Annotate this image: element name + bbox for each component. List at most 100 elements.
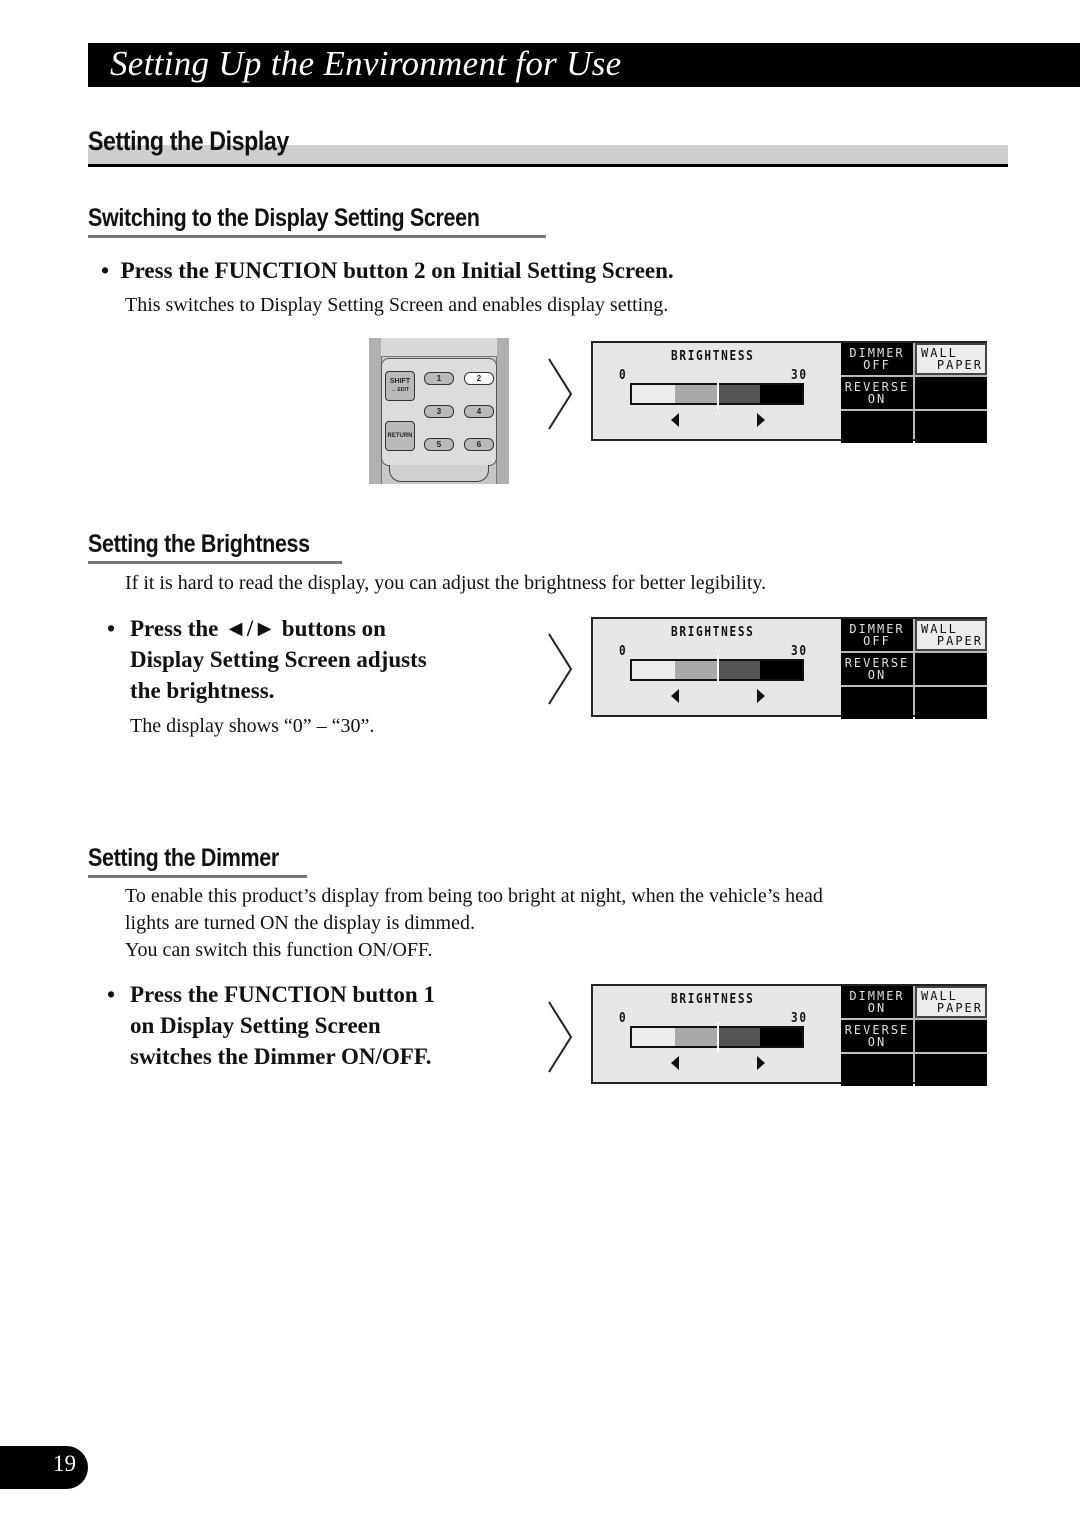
reverse-state: ON <box>867 668 887 682</box>
dimmer-state: OFF <box>863 358 891 372</box>
reverse-toggle-button[interactable]: REVERSE ON <box>841 1020 913 1052</box>
dimmer-intro: To enable this product’s display from be… <box>125 883 823 964</box>
gauge-segment <box>759 1028 802 1046</box>
chapter-banner: Setting Up the Environment for Use <box>88 43 1080 87</box>
edit-label: ↔ EDIT <box>391 387 409 393</box>
dimmer-toggle-button[interactable]: DIMMER OFF <box>841 619 913 651</box>
empty-function-button[interactable] <box>841 411 913 443</box>
subsection-heading-switching: Switching to the Display Setting Screen <box>88 204 546 238</box>
instruction-bullet: • Press the FUNCTION button 2 on Initial… <box>101 255 674 286</box>
chapter-title: Setting Up the Environment for Use <box>110 44 622 83</box>
brightness-down-icon[interactable] <box>671 1056 679 1070</box>
display-setting-screen: BRIGHTNESS 0 30 DIMMER ON WALL PAPER REVERSE ON <box>591 984 987 1086</box>
instruction-line: on Display Setting Screen <box>130 1013 381 1038</box>
reverse-state: ON <box>867 1035 887 1049</box>
dimmer-toggle-button[interactable]: DIMMER OFF <box>841 343 913 375</box>
gauge-segment <box>632 385 675 403</box>
section-title: Setting the Display <box>88 126 289 156</box>
brightness-up-icon[interactable] <box>757 689 765 703</box>
wallpaper-label-2: PAPER <box>936 1001 983 1015</box>
wallpaper-label-2: PAPER <box>936 634 983 648</box>
function-button-2[interactable]: 2 <box>464 372 494 385</box>
brightness-max-label: 30 <box>791 1011 808 1026</box>
bullet-mark: • <box>107 982 116 1007</box>
page-number: 19 <box>53 1451 76 1476</box>
instruction-line: the brightness. <box>130 678 275 703</box>
empty-function-button[interactable] <box>915 1054 987 1086</box>
subsection-title: Switching to the Display Setting Screen <box>88 204 480 232</box>
remote-button-panel: SHIFT ↔ EDIT RETURN 1 2 3 4 5 6 <box>381 358 497 466</box>
gauge-segment <box>674 661 717 679</box>
remote-rail-right <box>496 338 509 484</box>
brightness-up-icon[interactable] <box>757 1056 765 1070</box>
function-button-grid: DIMMER OFF WALL PAPER REVERSE ON <box>841 343 987 443</box>
return-button[interactable]: RETURN <box>385 421 415 451</box>
shift-label: SHIFT <box>389 378 411 385</box>
brightness-min-label: 0 <box>619 368 628 383</box>
empty-function-button[interactable] <box>915 1020 987 1052</box>
function-button-6[interactable]: 6 <box>464 438 494 451</box>
instruction-text: Press the FUNCTION button 2 on Initial S… <box>120 258 674 283</box>
function-button-grid: DIMMER ON WALL PAPER REVERSE ON <box>841 986 987 1086</box>
instruction-note: This switches to Display Setting Screen … <box>125 294 669 316</box>
empty-function-button[interactable] <box>915 687 987 719</box>
brightness-label: BRIGHTNESS <box>671 992 755 1007</box>
function-button-3[interactable]: 3 <box>424 405 454 418</box>
empty-function-button[interactable] <box>841 687 913 719</box>
intro-line: You can switch this function ON/OFF. <box>125 939 433 961</box>
brightness-max-label: 30 <box>791 644 808 659</box>
empty-function-button[interactable] <box>915 377 987 409</box>
gauge-segment <box>632 1028 675 1046</box>
brightness-level-marker <box>717 379 719 409</box>
gauge-segment <box>674 385 717 403</box>
brightness-level-marker <box>717 1022 719 1052</box>
brightness-down-icon[interactable] <box>671 689 679 703</box>
gauge-segment <box>717 661 760 679</box>
empty-function-button[interactable] <box>915 653 987 685</box>
gauge-segment <box>717 1028 760 1046</box>
reverse-toggle-button[interactable]: REVERSE ON <box>841 653 913 685</box>
dimmer-toggle-button[interactable]: DIMMER ON <box>841 986 913 1018</box>
shift-edit-button[interactable]: SHIFT ↔ EDIT <box>385 371 415 401</box>
intro-line: lights are turned ON the display is dimm… <box>125 912 475 934</box>
intro-line: To enable this product’s display from be… <box>125 885 823 907</box>
instruction-bullet: • <box>107 613 115 644</box>
remote-top <box>381 338 497 357</box>
range-note: The display shows “0” – “30”. <box>130 715 375 737</box>
function-button-1[interactable]: 1 <box>424 372 454 385</box>
brightness-min-label: 0 <box>619 1011 628 1026</box>
display-setting-screen: BRIGHTNESS 0 30 DIMMER OFF WALL PAPER REVERSE ON <box>591 341 987 443</box>
empty-function-button[interactable] <box>841 1054 913 1086</box>
gauge-segment <box>632 661 675 679</box>
subsection-title: Setting the Brightness <box>88 530 310 558</box>
dimmer-state: OFF <box>863 634 891 648</box>
instruction-line: Press the FUNCTION button 1 <box>130 982 435 1007</box>
next-arrow-icon <box>548 633 573 705</box>
wallpaper-button[interactable]: WALL PAPER <box>915 619 987 651</box>
reverse-toggle-button[interactable]: REVERSE ON <box>841 377 913 409</box>
subsection-heading-brightness: Setting the Brightness <box>88 530 342 564</box>
instruction-line: Press the ◄/► buttons on <box>130 616 386 641</box>
brightness-label: BRIGHTNESS <box>671 349 755 364</box>
function-button-4[interactable]: 4 <box>464 405 494 418</box>
function-button-5[interactable]: 5 <box>424 438 454 451</box>
brightness-up-icon[interactable] <box>757 413 765 427</box>
gauge-segment <box>674 1028 717 1046</box>
bullet-mark: • <box>107 616 116 641</box>
reverse-state: ON <box>867 392 887 406</box>
empty-function-button[interactable] <box>915 411 987 443</box>
instruction-text: Press the FUNCTION button 1 on Display S… <box>130 979 435 1072</box>
brightness-min-label: 0 <box>619 644 628 659</box>
remote-control-illustration: SHIFT ↔ EDIT RETURN 1 2 3 4 5 6 <box>369 338 509 484</box>
section-header: Setting the Display <box>88 124 1008 167</box>
display-setting-screen: BRIGHTNESS 0 30 DIMMER OFF WALL PAPER REVERSE ON <box>591 617 987 719</box>
instruction-line: switches the Dimmer ON/OFF. <box>130 1044 432 1069</box>
gauge-segment <box>717 385 760 403</box>
gauge-segment <box>759 385 802 403</box>
brightness-down-icon[interactable] <box>671 413 679 427</box>
wallpaper-button[interactable]: WALL PAPER <box>915 986 987 1018</box>
wallpaper-button[interactable]: WALL PAPER <box>915 343 987 375</box>
bullet-mark: • <box>101 258 110 283</box>
brightness-intro: If it is hard to read the display, you c… <box>125 572 767 594</box>
dimmer-state: ON <box>867 1001 887 1015</box>
